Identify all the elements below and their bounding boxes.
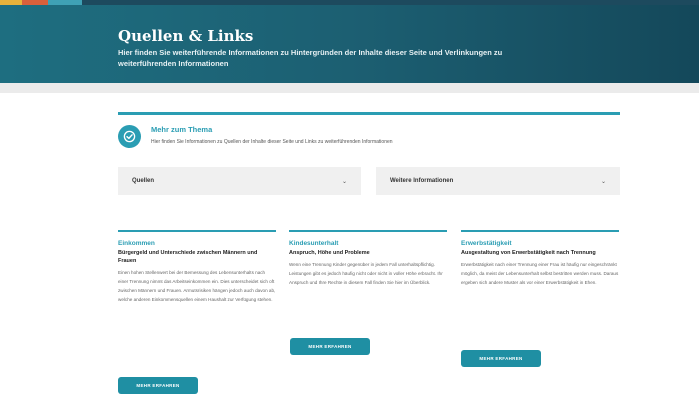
card-employment: Erwerbstätigkeit Ausgestaltung von Erwer… <box>461 230 619 287</box>
dropdown-more-info-label: Weitere Informationen <box>390 178 454 184</box>
more-button-employment[interactable]: MEHR ERFAHREN <box>461 350 541 367</box>
card-subtitle: Bürgergeld und Unterschiede zwischen Män… <box>118 250 258 264</box>
more-button-child-support[interactable]: MEHR ERFAHREN <box>290 338 370 355</box>
card-title: Einkommen <box>118 240 155 247</box>
card-subtitle: Anspruch, Höhe und Probleme <box>289 250 370 256</box>
dropdown-more-info[interactable]: Weitere Informationen ⌄ <box>376 167 620 195</box>
card-subtitle: Ausgestaltung von Erwerbstätigkeit nach … <box>461 250 596 256</box>
intro-text: Hier finden Sie Informationen zu Quellen… <box>151 139 393 145</box>
card-divider <box>461 230 619 232</box>
dropdown-sources-label: Quellen <box>132 178 155 184</box>
page-title: Quellen & Links <box>118 27 254 45</box>
page-subtitle: Hier finden Sie weiterführende Informati… <box>118 48 503 68</box>
intro-title: Mehr zum Thema <box>151 125 213 134</box>
intro-divider <box>118 112 620 115</box>
card-divider <box>118 230 276 232</box>
card-divider <box>289 230 447 232</box>
card-income: Einkommen Bürgergeld und Unterschiede zw… <box>118 230 276 304</box>
dropdown-sources[interactable]: Quellen ⌄ <box>118 167 361 195</box>
hero-banner: Quellen & Links Hier finden Sie weiterfü… <box>0 5 699 83</box>
card-body: Einen hohen Stellenwert bei der Bemessun… <box>118 270 276 302</box>
chevron-down-icon: ⌄ <box>341 177 347 185</box>
check-circle-icon <box>118 125 141 148</box>
more-button-income[interactable]: MEHR ERFAHREN <box>118 377 198 394</box>
hero-bottom-band <box>0 83 699 93</box>
card-body: Erwerbstätigkeit nach einer Trennung ein… <box>461 262 619 285</box>
card-title: Kindesunterhalt <box>289 240 339 247</box>
card-title: Erwerbstätigkeit <box>461 240 512 247</box>
card-body: Wenn eine Trennung Kinder gegenüber in j… <box>289 262 443 285</box>
chevron-down-icon: ⌄ <box>600 177 606 185</box>
card-child-support: Kindesunterhalt Anspruch, Höhe und Probl… <box>289 230 447 287</box>
